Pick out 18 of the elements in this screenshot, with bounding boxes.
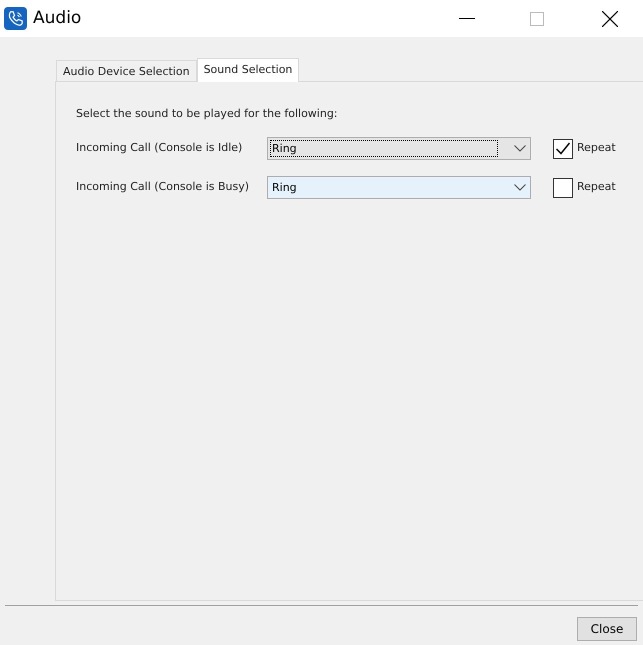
- repeat-checkbox[interactable]: [553, 138, 573, 158]
- sound-dropdown[interactable]: Ring: [267, 137, 531, 160]
- instruction-text: Select the sound to be played for the following:: [76, 106, 339, 122]
- tab[interactable]: Sound Selection: [196, 58, 300, 82]
- close-button[interactable]: Close: [577, 617, 637, 641]
- tab[interactable]: Audio Device Selection: [56, 60, 197, 81]
- chevron-down-icon: [514, 184, 526, 191]
- phone-app-icon: [4, 7, 27, 30]
- field-label: Incoming Call (Console is Idle): [76, 140, 244, 156]
- checkbox-label: Repeat: [577, 140, 616, 156]
- chevron-down-icon: [514, 145, 526, 152]
- repeat-checkbox[interactable]: [553, 178, 573, 198]
- checkbox-label: Repeat: [577, 179, 616, 196]
- minimize-icon[interactable]: [459, 18, 475, 20]
- close-icon[interactable]: [602, 10, 618, 26]
- sound-dropdown[interactable]: Ring: [267, 176, 531, 199]
- field-label: Incoming Call (Console is Busy): [76, 179, 250, 196]
- window-title: Audio: [33, 6, 82, 30]
